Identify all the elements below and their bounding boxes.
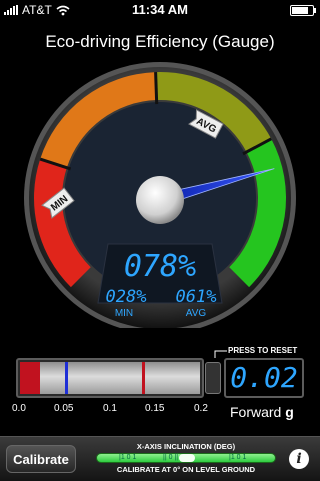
inclination-instructions: CALIBRATE AT 0° ON LEVEL GROUND — [116, 465, 256, 474]
g-meter-blue-marker — [65, 362, 68, 394]
reset-bracket-icon — [214, 350, 227, 358]
efficiency-gauge: MIN AVG 078% 028% 061% MIN AVG — [24, 62, 296, 328]
status-bar: AT&T 11:34 AM — [0, 0, 320, 20]
tick-label: 0.1 — [103, 403, 117, 414]
tick-label: 0.0 — [12, 403, 26, 414]
battery-icon — [290, 5, 316, 16]
g-reset-button[interactable]: 0.02 — [224, 358, 304, 398]
inclination-level-bar: |1 0 1 || 0 || |1 0 1 — [96, 453, 276, 463]
avg-label: AVG — [186, 308, 207, 319]
forward-g-label: Forward g — [230, 404, 294, 420]
min-label: MIN — [115, 308, 133, 319]
inclination-title: X-AXIS INCLINATION (DEG) — [136, 442, 236, 451]
info-icon[interactable]: i — [289, 449, 309, 469]
gauge-hub — [136, 176, 184, 224]
tick-label: 0.05 — [54, 403, 74, 414]
tick-label: 0.15 — [145, 403, 165, 414]
gauge-divider — [154, 72, 159, 105]
avg-efficiency: 061% — [176, 287, 217, 307]
g-meter-end-handle — [205, 362, 221, 394]
g-meter-start-block — [20, 362, 40, 394]
page-title: Eco-driving Efficiency (Gauge) — [45, 32, 275, 51]
status-time: 11:34 AM — [132, 2, 188, 17]
current-efficiency: 078% — [124, 249, 196, 284]
level-bubble — [179, 454, 195, 462]
g-unit: g — [285, 404, 294, 420]
g-meter-red-marker — [141, 362, 145, 394]
bottom-toolbar: Calibrate X-AXIS INCLINATION (DEG) |1 0 … — [0, 436, 320, 481]
tick-label: 0.2 — [194, 403, 208, 414]
min-efficiency: 028% — [106, 287, 147, 307]
calibrate-button[interactable]: Calibrate — [6, 445, 76, 473]
g-meter-track — [16, 358, 204, 398]
forward-label: Forward — [230, 404, 282, 420]
press-to-reset-label: PRESS TO RESET — [228, 346, 298, 355]
